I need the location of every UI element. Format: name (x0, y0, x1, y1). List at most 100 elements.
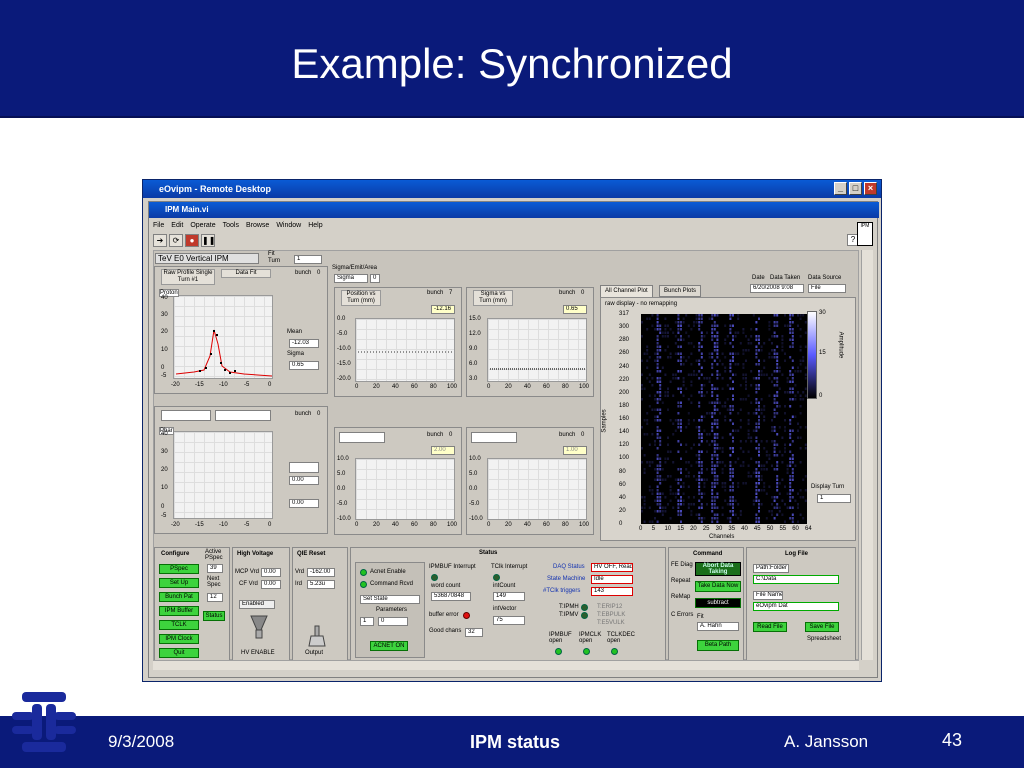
abort-data-taking-button[interactable]: Abort Data Taking (695, 562, 741, 576)
heatmap-cell (729, 433, 732, 436)
heatmap-cell (771, 510, 773, 513)
footer-author: A. Jansson (784, 732, 869, 751)
pbar-x-tick: -10 (219, 522, 228, 528)
menu-help[interactable]: Help (308, 222, 322, 233)
heatmap-cell (690, 380, 693, 383)
close-icon[interactable]: × (864, 182, 877, 195)
heatmap-cell (698, 471, 701, 474)
heatmap-cell (786, 464, 789, 467)
heatmap-cell (680, 391, 682, 394)
data-point (210, 353, 212, 355)
output-switch-icon[interactable] (307, 624, 327, 648)
heatmap-cell (739, 419, 742, 422)
subtract-button[interactable]: subtract (695, 598, 741, 608)
bunch-pat-button[interactable]: Bunch Pat (159, 592, 199, 602)
heatmap-cell (747, 429, 750, 432)
heatmap-cell (797, 492, 799, 495)
heatmap-cell (716, 478, 719, 481)
read-file-button[interactable]: Read File (753, 622, 787, 632)
heatmap-cell (680, 520, 682, 523)
maximize-icon[interactable]: □ (849, 182, 862, 195)
abort-icon[interactable]: ● (185, 234, 199, 247)
take-data-now-button[interactable]: Take Data Now (695, 581, 741, 592)
menu-tools[interactable]: Tools (223, 222, 239, 233)
heatmap-cell (724, 401, 727, 404)
heatmap-cell (768, 324, 771, 327)
menu-browse[interactable]: Browse (246, 222, 269, 233)
run-arrow-icon[interactable]: ➔ (153, 234, 167, 247)
sig-bunch-value[interactable]: 0 (581, 290, 584, 296)
lr-bunch-value[interactable]: 0 (581, 432, 584, 438)
heatmap-cell (760, 489, 763, 492)
sigma-emit-select[interactable]: Sigma (334, 274, 368, 283)
heatmap-cell (656, 377, 659, 380)
heatmap-cell (732, 489, 734, 492)
acnet-on-button[interactable]: ACNET ON (370, 641, 408, 651)
run-continuous-icon[interactable]: ⟳ (169, 234, 183, 247)
save-file-button[interactable]: Save File (805, 622, 839, 632)
heatmap-cell (729, 370, 732, 373)
fit-turn-input[interactable]: 1 (294, 255, 322, 264)
heatmap-cell (724, 338, 727, 341)
position-vs-turn-plot (355, 318, 455, 382)
pspec-button[interactable]: PSpec (159, 564, 199, 574)
heatmap-cell (643, 419, 646, 422)
ipm-clock-button[interactable]: IPM Clock (159, 634, 199, 644)
setup-button[interactable]: Set Up (159, 578, 199, 588)
horizontal-scrollbar[interactable] (153, 660, 859, 670)
heatmap-cell (776, 380, 779, 383)
data-fit-button[interactable]: Data Fit (221, 269, 271, 278)
heatmap-cell (656, 464, 659, 467)
heatmap-cell (776, 454, 779, 457)
tab-all-channel-plot[interactable]: All Channel Plot (600, 285, 653, 297)
sigma-vs-turn-panel: Sigma vs Turn (mm) bunch 0 0.65 15.0 12.… (466, 287, 594, 397)
date-label: Date (752, 275, 765, 281)
status-button[interactable]: Status (203, 611, 225, 621)
pbar-bunch-value[interactable]: 0 (317, 411, 320, 417)
ipmclk-open-led (583, 648, 590, 655)
proton-bunch-value[interactable]: 0 (317, 270, 320, 276)
param-index[interactable]: 1 (360, 617, 374, 626)
quit-button[interactable]: Quit (159, 648, 199, 658)
heatmap-cell (729, 489, 732, 492)
minimize-icon[interactable]: _ (834, 182, 847, 195)
heatmap-cell (698, 517, 701, 520)
ll-bunch-value[interactable]: 0 (449, 432, 452, 438)
active-pspec-value: 39 (207, 564, 223, 573)
heatmap-cell (752, 503, 755, 506)
heatmap-cell (771, 429, 773, 432)
menu-file[interactable]: File (153, 222, 164, 233)
ipm-buffer-button[interactable]: IPM Buffer (159, 606, 199, 616)
vertical-scrollbar[interactable] (861, 250, 873, 660)
pause-icon[interactable]: ❚❚ (201, 234, 215, 247)
heatmap-cell (742, 328, 745, 331)
heatmap-cell (768, 394, 771, 397)
proton-bunch-label: bunch (295, 270, 312, 276)
hv-switch-icon[interactable] (249, 614, 269, 640)
heatmap-cell (693, 475, 695, 478)
heatmap-x-tick: 55 (779, 526, 787, 532)
tab-bunch-plots[interactable]: Bunch Plots (659, 285, 702, 297)
data-source-value[interactable]: File (808, 284, 846, 293)
pbar-field-2 (215, 410, 271, 421)
heatmap-cell (716, 422, 719, 425)
heatmap-cell (791, 314, 794, 317)
next-spec-value[interactable]: 12 (207, 593, 223, 602)
beta-path-button[interactable]: Beta Path (697, 640, 739, 651)
vi-title: IPM Main.vi (149, 202, 879, 218)
menu-edit[interactable]: Edit (171, 222, 183, 233)
raw-profile-button[interactable]: Raw Profile Single Turn #1 (161, 269, 215, 285)
heatmap-cell (700, 450, 703, 453)
pos-bunch-value[interactable]: 7 (449, 290, 452, 296)
display-turn-input[interactable]: 1 (817, 494, 851, 503)
path-value[interactable]: C:\Data (753, 575, 839, 584)
heatmap-cell (677, 377, 680, 380)
menu-window[interactable]: Window (276, 222, 301, 233)
heatmap-cell (651, 489, 654, 492)
heatmap-cell (755, 401, 758, 404)
heatmap-cell (786, 506, 789, 509)
tclk-button[interactable]: TCLK (159, 620, 199, 630)
menu-operate[interactable]: Operate (190, 222, 215, 233)
state-machine-value: Idle (591, 575, 633, 584)
file-name-value[interactable]: eOvipm Dat (753, 602, 839, 611)
